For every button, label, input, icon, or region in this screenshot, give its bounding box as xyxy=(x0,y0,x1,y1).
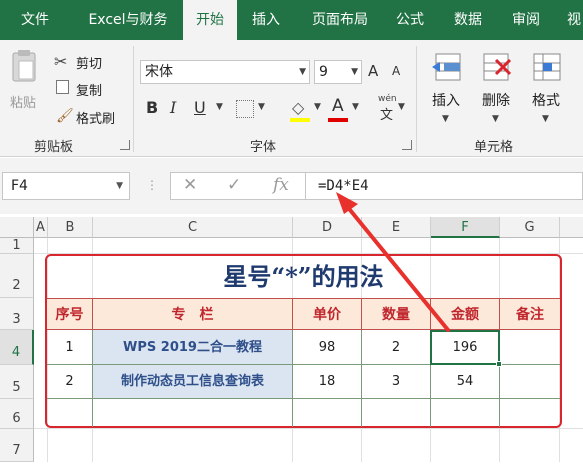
annotation-arrow-icon xyxy=(336,192,450,332)
